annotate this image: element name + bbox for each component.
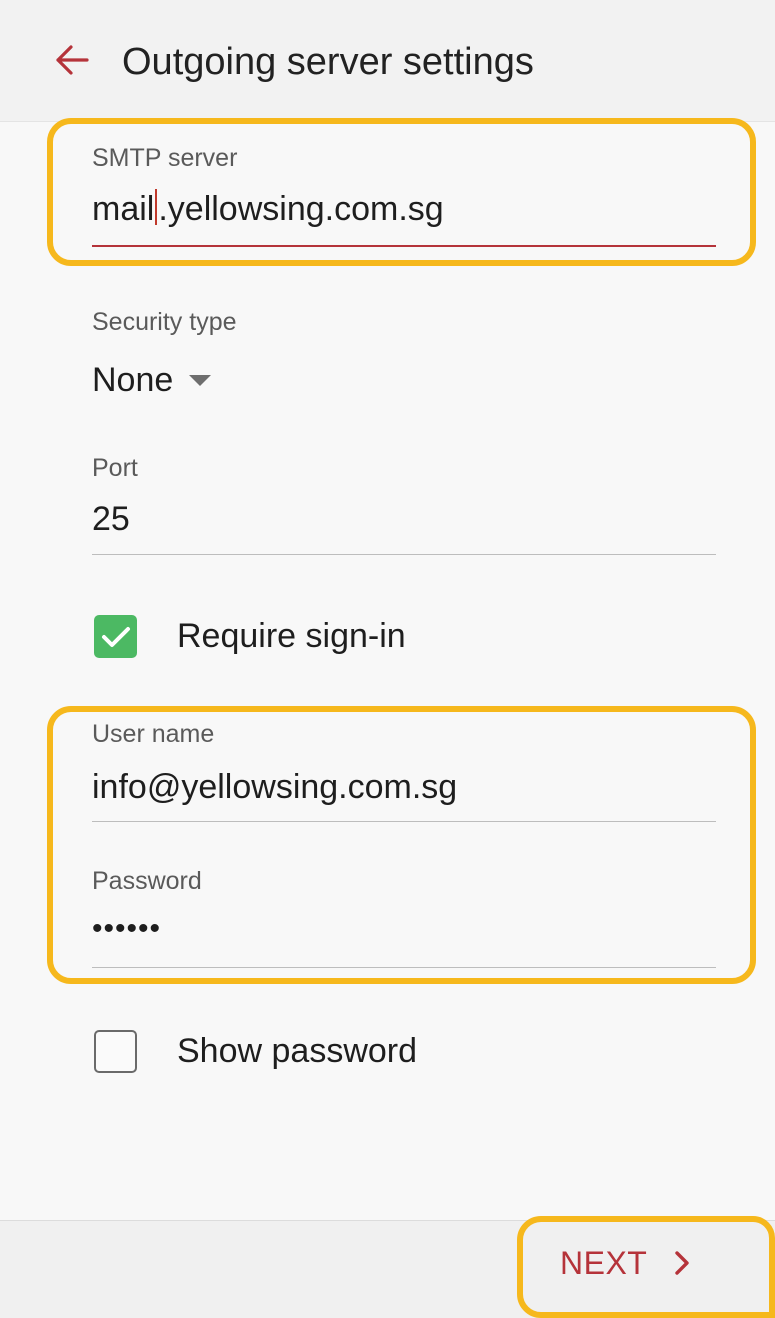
smtp-server-input[interactable]: mail .yellowsing.com.sg — [92, 176, 716, 246]
checkbox-unchecked-icon — [94, 1030, 137, 1073]
username-label: User name — [92, 720, 215, 748]
next-button[interactable]: NEXT — [560, 1232, 760, 1294]
arrow-left-icon — [54, 44, 90, 81]
caret-down-icon — [189, 374, 212, 386]
app-bar: Outgoing server settings — [0, 0, 775, 122]
username-value: info@yellowsing.com.sg — [92, 768, 458, 806]
back-button[interactable] — [40, 30, 104, 94]
chevron-right-icon — [673, 1249, 691, 1277]
security-type-value: None — [92, 361, 174, 399]
smtp-server-value: mail .yellowsing.com.sg — [92, 188, 444, 230]
port-label: Port — [92, 454, 138, 482]
page-title: Outgoing server settings — [122, 41, 534, 83]
username-input[interactable]: info@yellowsing.com.sg — [92, 752, 716, 820]
smtp-value-part-1: mail — [92, 190, 155, 228]
password-label: Password — [92, 867, 202, 895]
password-input[interactable]: •••••• — [92, 898, 716, 966]
next-label: NEXT — [560, 1244, 648, 1281]
show-password-label: Show password — [177, 1032, 418, 1070]
password-value: •••••• — [92, 912, 162, 945]
smtp-server-label: SMTP server — [92, 144, 238, 172]
require-signin-checkbox[interactable]: Require sign-in — [94, 615, 406, 658]
smtp-value-part-2: .yellowsing.com.sg — [158, 190, 444, 228]
username-underline — [92, 821, 716, 822]
password-underline — [92, 967, 716, 968]
smtp-server-underline — [92, 245, 716, 247]
require-signin-label: Require sign-in — [177, 617, 406, 655]
outgoing-server-settings-screen: Outgoing server settings SMTP server mai… — [0, 0, 775, 1318]
port-underline — [92, 554, 716, 555]
security-type-dropdown[interactable]: None — [92, 356, 212, 404]
show-password-checkbox[interactable]: Show password — [94, 1030, 417, 1073]
port-input[interactable]: 25 — [92, 485, 716, 553]
checkbox-checked-icon — [94, 615, 137, 658]
port-value: 25 — [92, 500, 130, 538]
security-type-label: Security type — [92, 308, 237, 336]
